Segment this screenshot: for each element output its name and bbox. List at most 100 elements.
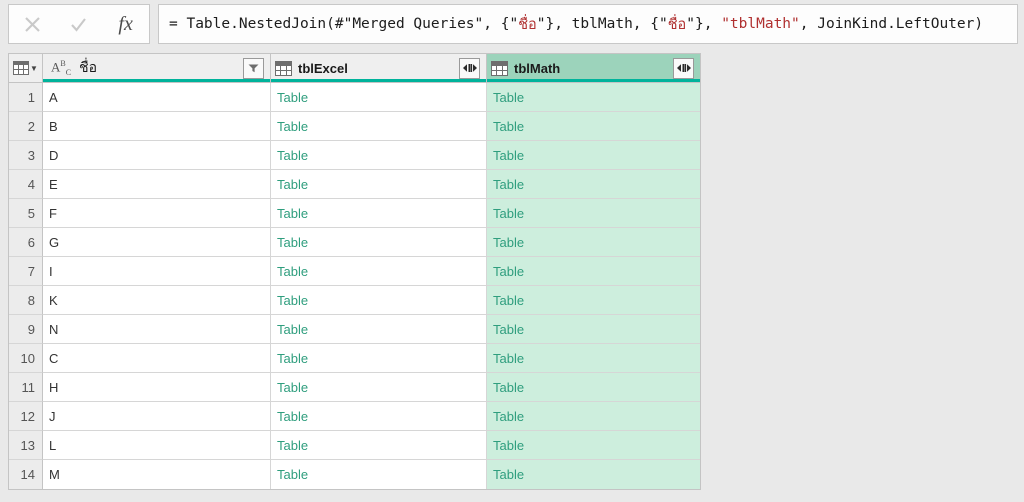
cell-tblexcel[interactable]: Table (271, 141, 487, 170)
cell-tblmath[interactable]: Table (487, 112, 700, 141)
expand-button-tblmath[interactable] (673, 57, 694, 79)
cell-name[interactable]: L (43, 431, 271, 460)
cell-name[interactable]: E (43, 170, 271, 199)
row-number[interactable]: 1 (9, 83, 43, 112)
cell-name[interactable]: A (43, 83, 271, 112)
table-link[interactable]: Table (277, 293, 308, 308)
table-link[interactable]: Table (277, 351, 308, 366)
table-row[interactable]: 7 I Table Table (9, 257, 700, 286)
table-link[interactable]: Table (277, 409, 308, 424)
table-row[interactable]: 10 C Table Table (9, 344, 700, 373)
table-row[interactable]: 11 H Table Table (9, 373, 700, 402)
table-row[interactable]: 6 G Table Table (9, 228, 700, 257)
table-link[interactable]: Table (277, 467, 308, 482)
row-number[interactable]: 13 (9, 431, 43, 460)
row-number[interactable]: 9 (9, 315, 43, 344)
cell-tblmath[interactable]: Table (487, 460, 700, 489)
table-link[interactable]: Table (277, 235, 308, 250)
table-link[interactable]: Table (493, 264, 524, 279)
table-link[interactable]: Table (277, 380, 308, 395)
table-link[interactable]: Table (493, 148, 524, 163)
row-number[interactable]: 4 (9, 170, 43, 199)
table-link[interactable]: Table (493, 206, 524, 221)
cell-name[interactable]: M (43, 460, 271, 489)
cell-tblexcel[interactable]: Table (271, 199, 487, 228)
cell-name[interactable]: H (43, 373, 271, 402)
row-number[interactable]: 6 (9, 228, 43, 257)
column-header-tblmath[interactable]: tblMath (487, 54, 700, 83)
table-link[interactable]: Table (277, 438, 308, 453)
cell-tblmath[interactable]: Table (487, 286, 700, 315)
cell-name[interactable]: F (43, 199, 271, 228)
cell-tblmath[interactable]: Table (487, 402, 700, 431)
row-number[interactable]: 14 (9, 460, 43, 489)
cell-name[interactable]: J (43, 402, 271, 431)
row-number[interactable]: 2 (9, 112, 43, 141)
table-row[interactable]: 8 K Table Table (9, 286, 700, 315)
cell-name[interactable]: G (43, 228, 271, 257)
cell-name[interactable]: K (43, 286, 271, 315)
cell-tblexcel[interactable]: Table (271, 83, 487, 112)
cell-tblmath[interactable]: Table (487, 373, 700, 402)
table-link[interactable]: Table (277, 177, 308, 192)
table-link[interactable]: Table (277, 119, 308, 134)
cancel-formula-button[interactable] (12, 6, 52, 42)
table-link[interactable]: Table (493, 90, 524, 105)
cell-tblmath[interactable]: Table (487, 199, 700, 228)
cell-tblexcel[interactable]: Table (271, 373, 487, 402)
row-number[interactable]: 10 (9, 344, 43, 373)
table-link[interactable]: Table (493, 409, 524, 424)
table-row[interactable]: 2 B Table Table (9, 112, 700, 141)
select-all-corner-button[interactable]: ▼ (9, 54, 43, 83)
row-number[interactable]: 7 (9, 257, 43, 286)
row-number[interactable]: 5 (9, 199, 43, 228)
table-row[interactable]: 13 L Table Table (9, 431, 700, 460)
table-link[interactable]: Table (277, 90, 308, 105)
cell-tblexcel[interactable]: Table (271, 460, 487, 489)
column-header-tblexcel[interactable]: tblExcel (271, 54, 487, 83)
table-link[interactable]: Table (493, 322, 524, 337)
table-row[interactable]: 3 D Table Table (9, 141, 700, 170)
insert-function-button[interactable]: fx (106, 6, 146, 42)
table-row[interactable]: 9 N Table Table (9, 315, 700, 344)
table-link[interactable]: Table (493, 293, 524, 308)
table-row[interactable]: 12 J Table Table (9, 402, 700, 431)
cell-tblexcel[interactable]: Table (271, 286, 487, 315)
table-link[interactable]: Table (277, 148, 308, 163)
cell-name[interactable]: B (43, 112, 271, 141)
table-link[interactable]: Table (277, 322, 308, 337)
cell-tblmath[interactable]: Table (487, 141, 700, 170)
cell-tblexcel[interactable]: Table (271, 257, 487, 286)
cell-name[interactable]: N (43, 315, 271, 344)
table-link[interactable]: Table (277, 206, 308, 221)
table-row[interactable]: 14 M Table Table (9, 460, 700, 489)
cell-tblmath[interactable]: Table (487, 228, 700, 257)
row-number[interactable]: 3 (9, 141, 43, 170)
accept-formula-button[interactable] (59, 6, 99, 42)
table-row[interactable]: 4 E Table Table (9, 170, 700, 199)
expand-button-tblexcel[interactable] (459, 57, 480, 79)
cell-tblmath[interactable]: Table (487, 83, 700, 112)
table-link[interactable]: Table (493, 177, 524, 192)
row-number[interactable]: 12 (9, 402, 43, 431)
table-link[interactable]: Table (277, 264, 308, 279)
table-row[interactable]: 1 A Table Table (9, 83, 700, 112)
cell-tblexcel[interactable]: Table (271, 402, 487, 431)
cell-tblexcel[interactable]: Table (271, 112, 487, 141)
cell-tblexcel[interactable]: Table (271, 431, 487, 460)
cell-tblmath[interactable]: Table (487, 257, 700, 286)
cell-tblexcel[interactable]: Table (271, 344, 487, 373)
filter-dropdown-button-name[interactable] (243, 57, 264, 79)
cell-name[interactable]: D (43, 141, 271, 170)
cell-tblexcel[interactable]: Table (271, 170, 487, 199)
cell-tblexcel[interactable]: Table (271, 228, 487, 257)
cell-name[interactable]: C (43, 344, 271, 373)
cell-tblmath[interactable]: Table (487, 344, 700, 373)
table-link[interactable]: Table (493, 351, 524, 366)
table-row[interactable]: 5 F Table Table (9, 199, 700, 228)
cell-tblmath[interactable]: Table (487, 170, 700, 199)
table-link[interactable]: Table (493, 235, 524, 250)
column-header-name[interactable]: ABC ชื่อ (43, 54, 271, 83)
row-number[interactable]: 8 (9, 286, 43, 315)
row-number[interactable]: 11 (9, 373, 43, 402)
